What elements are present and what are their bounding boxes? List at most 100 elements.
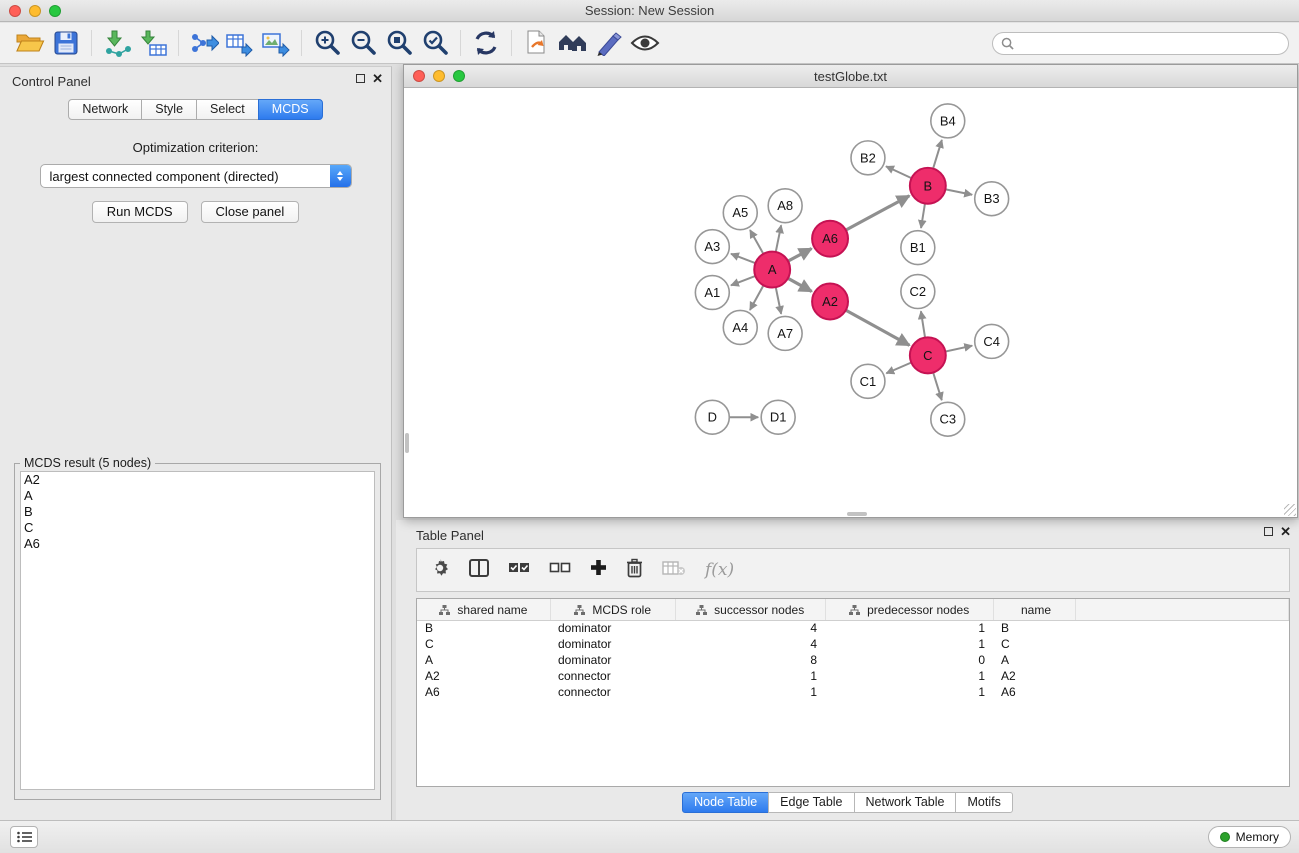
table-row[interactable]: A2connector11A2 xyxy=(417,668,1289,684)
close-panel-icon[interactable]: ✕ xyxy=(372,73,383,84)
run-mcds-button[interactable]: Run MCDS xyxy=(92,201,188,223)
search-field[interactable] xyxy=(992,32,1289,55)
open-session-button[interactable] xyxy=(12,26,48,60)
apply-layout-button[interactable] xyxy=(468,26,504,60)
node-table[interactable]: shared name MCDS role successor nodes xyxy=(416,598,1290,787)
minimize-window-button[interactable] xyxy=(29,5,41,17)
node-B4[interactable]: B4 xyxy=(931,104,965,138)
zoom-out-button[interactable] xyxy=(345,26,381,60)
table-row[interactable]: Bdominator41B xyxy=(417,620,1289,636)
toolbar-separator xyxy=(91,30,92,56)
node-A[interactable]: A xyxy=(754,252,790,288)
tab-style[interactable]: Style xyxy=(141,99,197,120)
refresh-icon xyxy=(472,29,500,57)
column-header-name[interactable]: name xyxy=(993,599,1075,620)
mcds-result-list[interactable]: A2ABCA6 xyxy=(20,471,375,790)
add-column-button[interactable] xyxy=(590,559,607,581)
network-window-titlebar[interactable]: testGlobe.txt xyxy=(404,65,1297,88)
node-A6[interactable]: A6 xyxy=(812,221,848,257)
table-row[interactable]: A6connector11A6 xyxy=(417,684,1289,700)
node-A3[interactable]: A3 xyxy=(695,230,729,264)
zoom-selected-button[interactable] xyxy=(417,26,453,60)
node-B2[interactable]: B2 xyxy=(851,141,885,175)
zoom-in-button[interactable] xyxy=(309,26,345,60)
task-history-button[interactable] xyxy=(10,826,38,848)
node-C2[interactable]: C2 xyxy=(901,275,935,309)
tab-motifs[interactable]: Motifs xyxy=(955,792,1012,813)
zoom-window-button[interactable] xyxy=(49,5,61,17)
export-image-button[interactable] xyxy=(258,26,294,60)
tab-edge-table[interactable]: Edge Table xyxy=(768,792,854,813)
vertical-scrollbar[interactable] xyxy=(405,433,409,453)
float-panel-icon[interactable] xyxy=(1264,527,1273,536)
column-header-predecessor-nodes[interactable]: predecessor nodes xyxy=(825,599,993,620)
import-table-button[interactable] xyxy=(135,26,171,60)
delete-table-button[interactable] xyxy=(662,560,686,581)
network-canvas[interactable]: B4 B2 B B3 A5 A8 A6 B1 A3 A C2 A1 A2 A4 A7 C4 C C1 C3 D D1 xyxy=(404,88,1297,517)
result-list-item[interactable]: A6 xyxy=(21,536,374,552)
node-A4[interactable]: A4 xyxy=(723,310,757,344)
node-B3[interactable]: B3 xyxy=(975,182,1009,216)
close-panel-icon[interactable]: ✕ xyxy=(1280,526,1291,537)
resize-grip[interactable] xyxy=(1284,504,1296,516)
function-builder-button[interactable]: f(x) xyxy=(705,560,734,580)
float-panel-icon[interactable] xyxy=(356,74,365,83)
node-A1[interactable]: A1 xyxy=(695,276,729,310)
node-A5[interactable]: A5 xyxy=(723,196,757,230)
column-header-successor-nodes[interactable]: successor nodes xyxy=(675,599,825,620)
node-A8[interactable]: A8 xyxy=(768,189,802,223)
svg-text:A: A xyxy=(768,262,777,277)
result-list-item[interactable]: A2 xyxy=(21,472,374,488)
attribute-type-icon xyxy=(696,605,707,615)
show-hide-details-button[interactable] xyxy=(627,26,663,60)
table-row[interactable]: Adominator80A xyxy=(417,652,1289,668)
table-toolbar: f(x) xyxy=(416,548,1290,592)
delete-column-button[interactable] xyxy=(626,558,643,583)
close-window-button[interactable] xyxy=(9,5,21,17)
table-settings-button[interactable] xyxy=(430,558,450,583)
node-A2[interactable]: A2 xyxy=(812,284,848,320)
memory-label: Memory xyxy=(1236,830,1279,844)
network-graph[interactable]: B4 B2 B B3 A5 A8 A6 B1 A3 A C2 A1 A2 A4 A7 C4 C C1 C3 D D1 xyxy=(404,88,1297,517)
criterion-dropdown[interactable]: largest connected component (directed) xyxy=(40,164,352,188)
status-bar: Memory xyxy=(0,820,1299,853)
node-D[interactable]: D xyxy=(695,400,729,434)
node-D1[interactable]: D1 xyxy=(761,400,795,434)
annotations-button[interactable] xyxy=(591,26,627,60)
result-list-item[interactable]: C xyxy=(21,520,374,536)
tab-network[interactable]: Network xyxy=(68,99,142,120)
node-C3[interactable]: C3 xyxy=(931,402,965,436)
network-zoom-button[interactable] xyxy=(453,70,465,82)
zoom-fit-button[interactable] xyxy=(381,26,417,60)
network-close-button[interactable] xyxy=(413,70,425,82)
column-header-mcds-role[interactable]: MCDS role xyxy=(550,599,675,620)
tab-select[interactable]: Select xyxy=(196,99,259,120)
select-all-button[interactable] xyxy=(508,560,530,581)
node-C1[interactable]: C1 xyxy=(851,364,885,398)
network-minimize-button[interactable] xyxy=(433,70,445,82)
export-table-button[interactable] xyxy=(222,26,258,60)
tab-network-table[interactable]: Network Table xyxy=(854,792,957,813)
search-input[interactable] xyxy=(1019,36,1280,50)
close-panel-button[interactable]: Close panel xyxy=(201,201,300,223)
tab-node-table[interactable]: Node Table xyxy=(682,792,769,813)
open-report-button[interactable] xyxy=(519,26,555,60)
node-B1[interactable]: B1 xyxy=(901,231,935,265)
node-A7[interactable]: A7 xyxy=(768,316,802,350)
deselect-all-button[interactable] xyxy=(549,560,571,581)
show-columns-button[interactable] xyxy=(469,559,489,582)
save-session-button[interactable] xyxy=(48,26,84,60)
horizontal-scrollbar[interactable] xyxy=(847,512,867,516)
node-C[interactable]: C xyxy=(910,337,946,373)
export-network-button[interactable] xyxy=(186,26,222,60)
import-network-button[interactable] xyxy=(99,26,135,60)
result-list-item[interactable]: B xyxy=(21,504,374,520)
node-C4[interactable]: C4 xyxy=(975,324,1009,358)
table-row[interactable]: Cdominator41C xyxy=(417,636,1289,652)
memory-button[interactable]: Memory xyxy=(1208,826,1291,848)
column-header-shared-name[interactable]: shared name xyxy=(417,599,550,620)
reset-view-button[interactable] xyxy=(555,26,591,60)
node-B[interactable]: B xyxy=(910,168,946,204)
result-list-item[interactable]: A xyxy=(21,488,374,504)
tab-mcds[interactable]: MCDS xyxy=(258,99,323,120)
